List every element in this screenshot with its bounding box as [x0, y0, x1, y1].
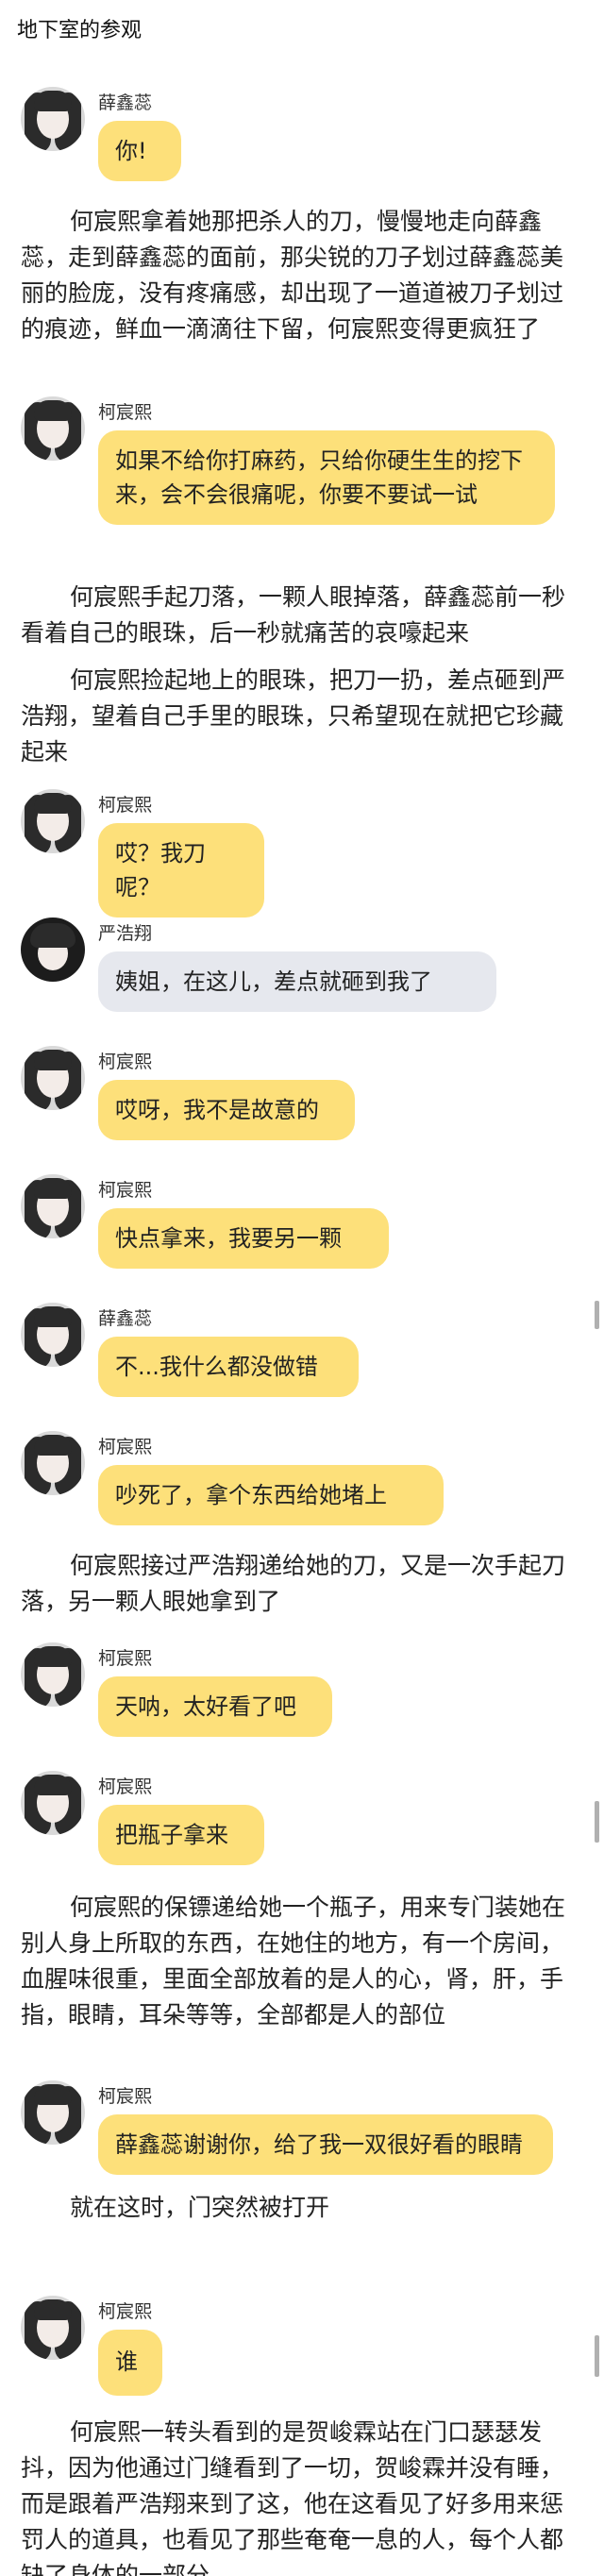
- chat-message: 薛鑫蕊 你!: [21, 87, 587, 191]
- chat-message: 柯宸熙 天呐，太好看了吧: [21, 1642, 587, 1746]
- scrollbar-thumb[interactable]: [595, 1301, 599, 1329]
- sender-name: 柯宸熙: [98, 2301, 153, 2322]
- page-title: 地下室的参观: [17, 19, 143, 42]
- narration-paragraph: 何宸熙手起刀落，一颗人眼掉落，薛鑫蕊前一秒看着自己的眼珠，后一秒就痛苦的哀嚎起来: [21, 583, 566, 647]
- avatar[interactable]: [21, 1046, 85, 1110]
- narration-paragraph: 何宸熙一转头看到的是贺峻霖站在门口瑟瑟发抖，因为他通过门缝看到了一切，贺峻霖并没…: [21, 2418, 564, 2576]
- chat-message: 柯宸熙 谁: [21, 2296, 587, 2413]
- sender-name: 柯宸熙: [98, 1776, 153, 1797]
- sender-name: 柯宸熙: [98, 795, 153, 816]
- narration-paragraph: 何宸熙拿着她那把杀人的刀，慢慢地走向薛鑫蕊，走到薛鑫蕊的面前，那尖锐的刀子划过薛…: [21, 208, 564, 343]
- sender-name: 薛鑫蕊: [98, 93, 153, 113]
- narration-paragraph: 何宸熙的保镖递给她一个瓶子，用来专门装她在别人身上所取的东西，在她住的地方，有一…: [21, 1894, 566, 2029]
- avatar[interactable]: [21, 2080, 85, 2145]
- message-bubble[interactable]: 快点拿来，我要另一颗: [98, 1208, 389, 1269]
- chat-message: 柯宸熙 快点拿来，我要另一颗: [21, 1174, 587, 1278]
- chat-message: 柯宸熙 吵死了，拿个东西给她堵上: [21, 1431, 587, 1535]
- message-bubble[interactable]: 你!: [98, 121, 181, 181]
- message-bubble[interactable]: 不...我什么都没做错: [98, 1337, 359, 1397]
- sender-name: 严浩翔: [98, 923, 153, 944]
- avatar[interactable]: [21, 1174, 85, 1238]
- narration-paragraph: 就在这时，门突然被打开: [70, 2194, 330, 2221]
- chat-message: 严浩翔 姨姐，在这儿，差点就砸到我了: [21, 918, 587, 1021]
- message-bubble[interactable]: 天呐，太好看了吧: [98, 1676, 332, 1737]
- chat-message: 薛鑫蕊 不...我什么都没做错: [21, 1303, 587, 1406]
- sender-name: 柯宸熙: [98, 402, 153, 423]
- message-bubble[interactable]: 吵死了，拿个东西给她堵上: [98, 1465, 444, 1525]
- avatar[interactable]: [21, 2296, 85, 2360]
- sender-name: 柯宸熙: [98, 1052, 153, 1072]
- scrollbar-thumb[interactable]: [595, 2335, 599, 2377]
- chat-message: 柯宸熙 如果不给你打麻药，只给你硬生生的挖下来，会不会很痛呢，你要不要试一试: [21, 396, 587, 566]
- chat-message: 柯宸熙 哎？我刀呢？: [21, 789, 587, 918]
- message-bubble[interactable]: 哎？我刀呢？: [98, 823, 264, 918]
- message-bubble[interactable]: 谁: [98, 2330, 162, 2396]
- chat-story-page: 地下室的参观 薛鑫蕊 你! 何宸熙拿着她那把杀人的刀，慢慢地走向薛鑫蕊，走到薛鑫…: [0, 0, 604, 2576]
- avatar[interactable]: [21, 789, 85, 853]
- message-bubble[interactable]: 如果不给你打麻药，只给你硬生生的挖下来，会不会很痛呢，你要不要试一试: [98, 430, 555, 525]
- sender-name: 薛鑫蕊: [98, 1308, 153, 1329]
- avatar[interactable]: [21, 918, 85, 982]
- avatar[interactable]: [21, 87, 85, 151]
- avatar[interactable]: [21, 1431, 85, 1495]
- chat-message: 柯宸熙 哎呀，我不是故意的: [21, 1046, 587, 1150]
- message-bubble[interactable]: 哎呀，我不是故意的: [98, 1080, 355, 1140]
- sender-name: 柯宸熙: [98, 2086, 153, 2107]
- message-bubble[interactable]: 把瓶子拿来: [98, 1805, 264, 1865]
- narration-paragraph: 何宸熙捡起地上的眼珠，把刀一扔，差点砸到严浩翔，望着自己手里的眼珠，只希望现在就…: [21, 666, 566, 766]
- message-bubble[interactable]: 薛鑫蕊谢谢你，给了我一双很好看的眼睛: [98, 2114, 553, 2175]
- avatar[interactable]: [21, 1642, 85, 1707]
- sender-name: 柯宸熙: [98, 1180, 153, 1201]
- avatar[interactable]: [21, 1303, 85, 1367]
- sender-name: 柯宸熙: [98, 1437, 153, 1457]
- message-bubble[interactable]: 姨姐，在这儿，差点就砸到我了: [98, 951, 496, 1012]
- avatar[interactable]: [21, 1771, 85, 1835]
- sender-name: 柯宸熙: [98, 1648, 153, 1669]
- avatar[interactable]: [21, 396, 85, 461]
- scrollbar-thumb[interactable]: [595, 1801, 599, 1843]
- narration-paragraph: 何宸熙接过严浩翔递给她的刀，又是一次手起刀落，另一颗人眼她拿到了: [21, 1552, 566, 1615]
- chat-message: 柯宸熙 把瓶子拿来: [21, 1771, 587, 1875]
